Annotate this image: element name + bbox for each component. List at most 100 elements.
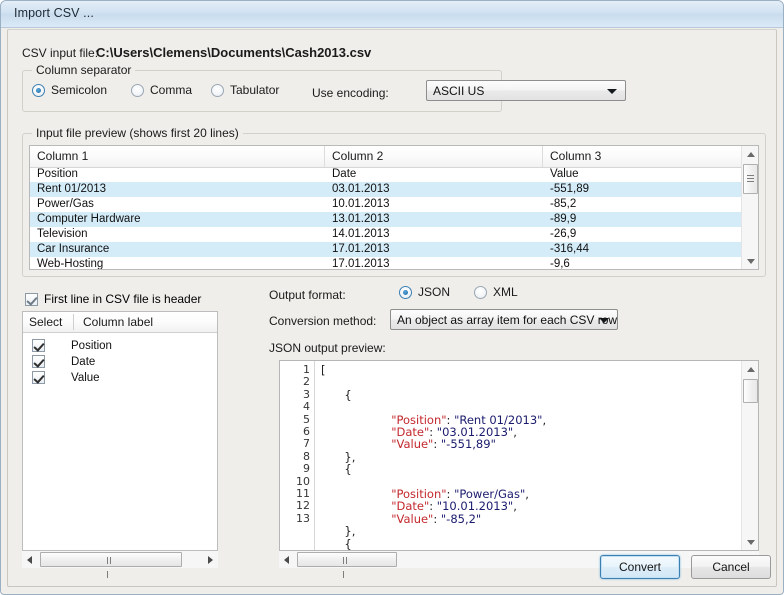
column-list-hscroll-thumb[interactable] (40, 552, 182, 567)
cell-col3: -89,9 (543, 212, 743, 227)
column-select-checkbox[interactable] (32, 371, 45, 384)
radio-comma-label: Comma (150, 83, 192, 97)
json-preview-hscroll-thumb[interactable] (297, 552, 397, 567)
cell-col2: 13.01.2013 (325, 212, 543, 227)
table-row[interactable]: Television 14.01.2013 -26,9 (30, 227, 758, 242)
radio-xml-indicator (474, 286, 487, 299)
json-output-preview[interactable]: 1 2 3 4 5 6 7 8 9 10 11 12 13 [{"Positio… (279, 360, 759, 551)
encoding-select-value: ASCII US (433, 84, 484, 98)
grip-icon (747, 175, 754, 183)
json-punct: [ (321, 363, 326, 377)
cell-col2: 14.01.2013 (325, 227, 543, 242)
json-key: "Value" (391, 512, 433, 526)
json-value: "-551,89" (441, 437, 496, 451)
radio-semicolon-indicator (32, 84, 45, 97)
radio-comma-indicator (131, 84, 144, 97)
radio-semicolon-label: Semicolon (51, 83, 107, 97)
first-line-header-checkbox[interactable]: First line in CSV file is header (25, 292, 201, 306)
cell-col2: 17.01.2013 (325, 242, 543, 257)
radio-comma[interactable]: Comma (131, 83, 192, 97)
table-row[interactable]: Rent 01/2013 03.01.2013 -551,89 (30, 182, 758, 197)
scroll-up-icon[interactable] (742, 361, 759, 378)
json-punct: : (433, 512, 441, 526)
column-header-2[interactable]: Column 2 (325, 146, 543, 167)
list-item[interactable]: Position (23, 338, 217, 354)
encoding-select[interactable]: ASCII US (426, 80, 626, 101)
scroll-left-icon[interactable] (279, 551, 296, 568)
radio-tabulator[interactable]: Tabulator (211, 83, 279, 97)
json-punct: , (542, 413, 546, 427)
table-row[interactable]: Web-Hosting 17.01.2013 -9,6 (30, 257, 758, 269)
json-punct: , (525, 487, 529, 501)
json-punct: { (344, 537, 351, 550)
table-row[interactable]: Power/Gas 10.01.2013 -85,2 (30, 197, 758, 212)
conversion-method-select[interactable]: An object as array item for each CSV row (390, 309, 618, 330)
json-preview-vscrollbar[interactable] (741, 361, 758, 550)
scroll-down-icon[interactable] (742, 533, 759, 550)
scroll-right-icon[interactable] (201, 551, 218, 568)
column-label-text: Value (71, 370, 100, 386)
cell-col1: Car Insurance (30, 242, 325, 257)
output-format-label: Output format: (269, 288, 346, 302)
dialog-client-area: CSV input file: C:\Users\Clemens\Documen… (7, 29, 777, 587)
radio-json[interactable]: JSON (399, 285, 450, 299)
use-encoding-label: Use encoding: (312, 86, 389, 100)
json-code-area[interactable]: [{"Position": "Rent 01/2013","Date": "03… (315, 361, 758, 550)
conversion-method-label: Conversion method: (269, 314, 376, 328)
cell-col1: Computer Hardware (30, 212, 325, 227)
json-preview-vscroll-thumb[interactable] (743, 379, 758, 403)
first-line-header-label: First line in CSV file is header (44, 292, 201, 306)
line-number: 4 (280, 401, 310, 413)
json-preview-hscrollbar[interactable] (279, 551, 759, 568)
json-value: "-85,2" (441, 512, 481, 526)
column-label-text: Position (71, 338, 112, 354)
grip-icon (343, 557, 351, 564)
cell-col3: -26,9 (543, 227, 743, 242)
chevron-down-icon (599, 318, 609, 323)
cell-col1: Rent 01/2013 (30, 182, 325, 197)
json-punct: : (433, 437, 441, 451)
scroll-down-icon[interactable] (742, 252, 759, 269)
line-number: 9 (280, 463, 310, 475)
column-label-text: Date (71, 354, 95, 370)
convert-button[interactable]: Convert (600, 555, 680, 579)
column-select-checkbox[interactable] (32, 339, 45, 352)
radio-json-indicator (399, 286, 412, 299)
table-row[interactable]: Computer Hardware 13.01.2013 -89,9 (30, 212, 758, 227)
scroll-up-icon[interactable] (742, 146, 759, 163)
cell-col3: -9,6 (543, 257, 743, 269)
cell-col3: Value (543, 167, 743, 182)
input-preview-table[interactable]: Column 1 Column 2 Column 3 Position Date… (29, 145, 759, 270)
column-label-list-header: Select Column label (23, 312, 217, 333)
input-preview-header-row: Column 1 Column 2 Column 3 (30, 146, 758, 168)
column-select-checkbox[interactable] (32, 355, 45, 368)
table-row[interactable]: Position Date Value (30, 167, 758, 182)
cell-col2: Date (325, 167, 543, 182)
cell-col1: Position (30, 167, 325, 182)
window-titlebar: Import CSV ... (1, 1, 783, 28)
preview-table-vscrollbar[interactable] (741, 146, 758, 269)
grip-icon (107, 557, 115, 564)
input-preview-body: Position Date Value Rent 01/2013 03.01.2… (30, 167, 758, 269)
radio-semicolon[interactable]: Semicolon (32, 83, 107, 97)
code-line: { (344, 538, 351, 550)
code-line: { (344, 389, 351, 401)
line-number: 12 (280, 500, 310, 512)
import-csv-window: Import CSV ... CSV input file: C:\Users\… (0, 0, 784, 595)
cell-col3: -316,44 (543, 242, 743, 257)
cell-col3: -551,89 (543, 182, 743, 197)
scroll-left-icon[interactable] (22, 551, 39, 568)
table-row[interactable]: Car Insurance 17.01.2013 -316,44 (30, 242, 758, 257)
cancel-button[interactable]: Cancel (691, 555, 771, 579)
cell-col1: Power/Gas (30, 197, 325, 212)
radio-xml[interactable]: XML (474, 285, 518, 299)
column-header-3[interactable]: Column 3 (543, 146, 743, 167)
column-header-1[interactable]: Column 1 (30, 146, 325, 167)
preview-table-vscroll-thumb[interactable] (743, 164, 758, 194)
column-label-list[interactable]: Select Column label Position Date Value (22, 311, 218, 551)
list-item[interactable]: Date (23, 354, 217, 370)
json-punct: { (344, 388, 351, 402)
column-list-hscrollbar[interactable] (22, 551, 218, 568)
input-preview-group-title: Input file preview (shows first 20 lines… (32, 126, 243, 140)
list-item[interactable]: Value (23, 370, 217, 386)
